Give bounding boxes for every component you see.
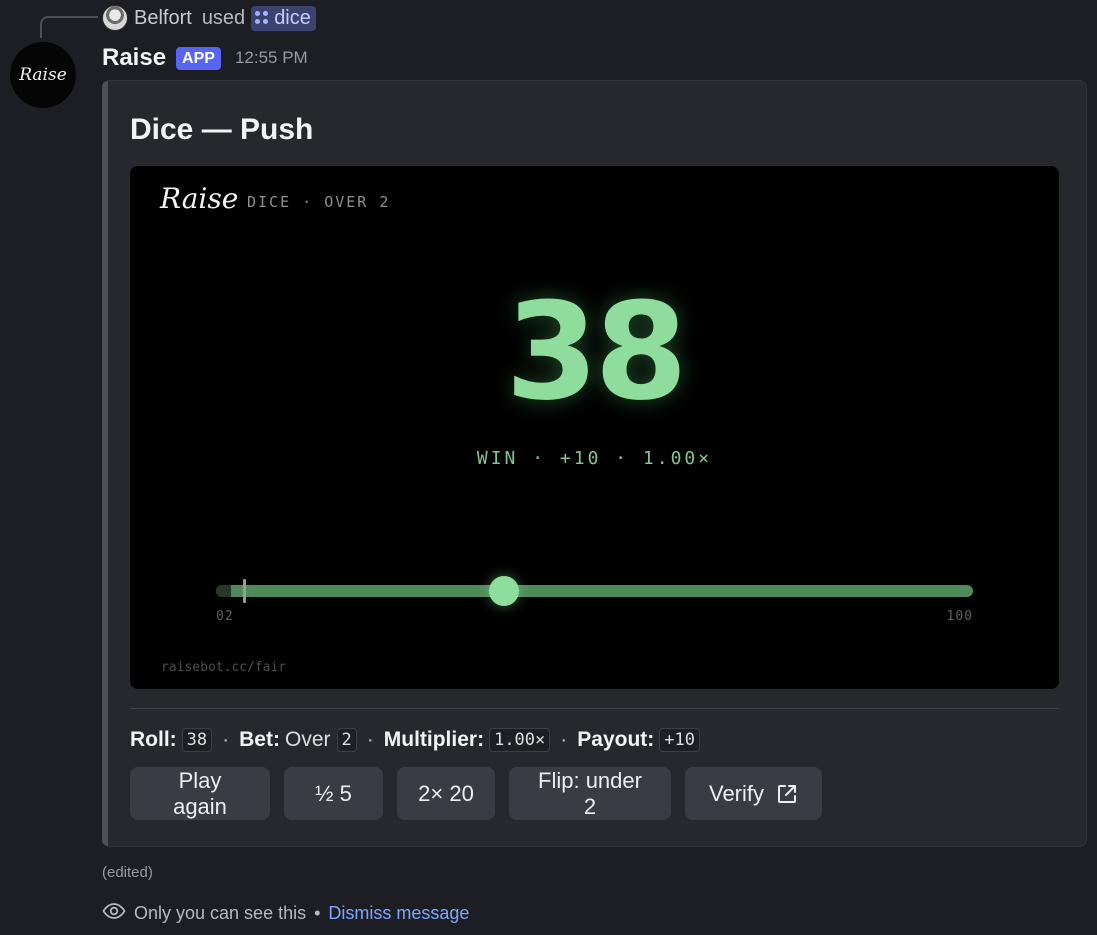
reply-user-name[interactable]: Belfort bbox=[134, 7, 192, 30]
roll-number: 38 bbox=[505, 274, 687, 430]
half-bet-button[interactable]: ½ 5 bbox=[284, 767, 383, 820]
command-name: dice bbox=[274, 6, 311, 29]
dice-embed: Dice — Push Raise DICE · OVER 2 38 WIN ·… bbox=[102, 80, 1087, 847]
edited-label: (edited) bbox=[102, 864, 153, 881]
chat-message-view: Belfort used dice Raise Raise APP 12:55 … bbox=[0, 0, 1097, 935]
range-max-label: 100 bbox=[946, 609, 973, 624]
payout-label: Payout: bbox=[577, 728, 655, 751]
losing-range bbox=[216, 585, 232, 597]
reply-action-text: used bbox=[201, 6, 246, 29]
dice-result-image[interactable]: Raise DICE · OVER 2 38 WIN · +10 · 1.00×… bbox=[130, 166, 1059, 689]
multiplier-value: 1.00× bbox=[489, 728, 551, 752]
author-name[interactable]: Raise bbox=[102, 44, 166, 72]
command-icon bbox=[255, 11, 269, 25]
threshold-marker bbox=[243, 579, 247, 603]
ephemeral-notice: Only you can see this • Dismiss message bbox=[102, 900, 469, 926]
fairness-url: raisebot.cc/fair bbox=[161, 660, 287, 675]
stat-separator: · bbox=[222, 728, 230, 751]
flip-direction-button[interactable]: Flip: under 2 bbox=[509, 767, 671, 820]
eye-icon bbox=[102, 899, 126, 928]
card-logo: Raise bbox=[160, 182, 239, 215]
reply-user-avatar[interactable] bbox=[102, 5, 128, 31]
bet-direction: Over bbox=[284, 728, 331, 751]
verify-button[interactable]: Verify bbox=[685, 767, 822, 820]
payout-value: +10 bbox=[659, 728, 700, 752]
author-avatar-logo: Raise bbox=[19, 65, 67, 85]
embed-accent-bar bbox=[102, 81, 108, 846]
card-game-tag: DICE · OVER 2 bbox=[247, 193, 391, 211]
reply-spine bbox=[40, 16, 98, 38]
embed-divider bbox=[130, 708, 1059, 709]
app-badge: APP bbox=[176, 46, 221, 70]
result-summary: WIN · +10 · 1.00× bbox=[476, 448, 713, 469]
bet-label: Bet: bbox=[239, 728, 280, 751]
roll-value: 38 bbox=[181, 728, 213, 752]
verify-label: Verify bbox=[708, 780, 765, 806]
stat-separator: · bbox=[366, 728, 374, 751]
ephemeral-text: Only you can see this bbox=[134, 902, 307, 923]
footer-separator: • bbox=[314, 902, 321, 923]
roll-marker-knob bbox=[488, 576, 519, 606]
roll-label: Roll: bbox=[130, 728, 177, 751]
embed-title: Dice — Push bbox=[130, 113, 314, 146]
range-min-label: 02 bbox=[216, 609, 234, 624]
command-chip[interactable]: dice bbox=[251, 5, 316, 31]
multiplier-label: Multiplier: bbox=[383, 728, 485, 751]
message-timestamp[interactable]: 12:55 PM bbox=[235, 48, 308, 68]
reply-reference[interactable]: Belfort used dice bbox=[102, 4, 316, 32]
bet-stats: Roll: 38 · Bet: Over 2 · Multiplier: 1.0… bbox=[130, 725, 700, 755]
message-header: Raise APP 12:55 PM bbox=[102, 42, 308, 74]
dismiss-message-link[interactable]: Dismiss message bbox=[328, 903, 469, 924]
action-buttons: Play again ½ 5 2× 20 Flip: under 2 Verif… bbox=[130, 767, 822, 820]
play-again-button[interactable]: Play again bbox=[130, 767, 270, 820]
external-link-icon bbox=[776, 783, 798, 805]
stat-separator: · bbox=[560, 728, 568, 751]
author-avatar[interactable]: Raise bbox=[10, 42, 76, 108]
bet-value: 2 bbox=[336, 728, 357, 752]
roll-range-track bbox=[216, 576, 973, 606]
double-bet-button[interactable]: 2× 20 bbox=[397, 767, 495, 820]
